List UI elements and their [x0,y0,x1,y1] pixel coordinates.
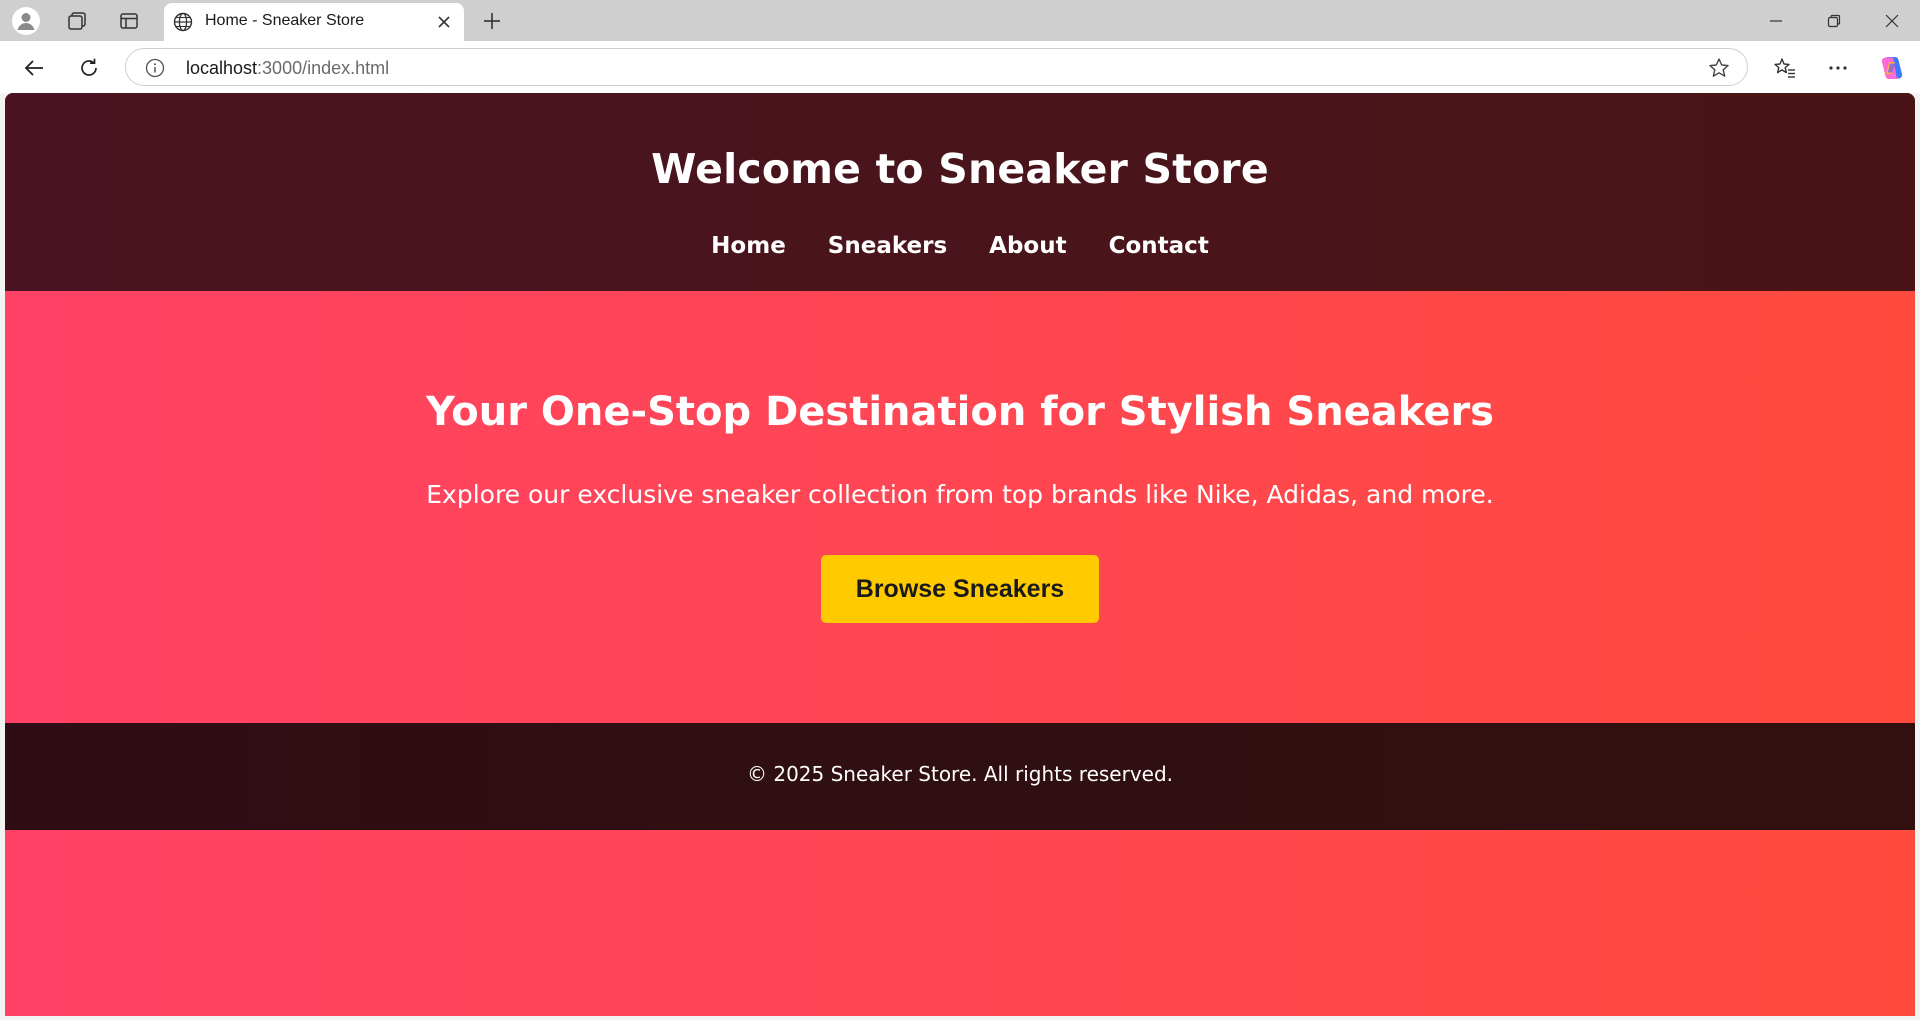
back-button[interactable] [16,50,52,86]
more-icon [1829,66,1847,70]
tab-strip: Home - Sneaker Store [0,0,1920,41]
sidebar-icon [120,13,138,29]
collections-icon [68,12,86,30]
active-tab[interactable]: Home - Sneaker Store [164,3,464,41]
new-tab-button[interactable] [476,5,508,37]
more-button[interactable] [1820,50,1856,86]
nav-link-contact[interactable]: Contact [1109,233,1209,259]
collections-button[interactable] [61,5,93,37]
restore-icon [1827,14,1841,27]
restore-button[interactable] [1806,0,1862,41]
site-title: Welcome to Sneaker Store [651,145,1269,193]
url-path: :3000/index.html [257,58,390,78]
favorites-icon [1774,58,1795,78]
nav-link-sneakers[interactable]: Sneakers [828,233,947,259]
globe-icon [172,11,194,33]
close-tab-button[interactable] [432,10,456,34]
reload-button[interactable] [71,50,107,86]
footer-copyright: © 2025 Sneaker Store. All rights reserve… [746,762,1174,786]
favorites-button[interactable] [1767,50,1803,86]
add-favorite-button[interactable] [1707,56,1731,80]
close-window-button[interactable] [1864,0,1920,41]
minimize-button[interactable] [1748,0,1804,41]
tab-title: Home - Sneaker Store [205,12,365,29]
back-arrow-icon [24,60,43,76]
plus-icon [484,13,500,29]
info-icon[interactable] [144,57,166,79]
copilot-icon [1881,57,1903,79]
url-text: localhost:3000/index.html [186,58,389,79]
main-nav: Home Sneakers About Contact [5,233,1915,259]
address-bar[interactable]: localhost:3000/index.html [125,48,1748,86]
hero-heading: Your One-Stop Destination for Stylish Sn… [425,389,1494,435]
site-footer: © 2025 Sneaker Store. All rights reserve… [5,723,1915,830]
nav-link-home[interactable]: Home [711,233,786,259]
browse-sneakers-button[interactable]: Browse Sneakers [821,555,1099,623]
sidebar-toggle-button[interactable] [113,5,145,37]
copilot-button[interactable] [1874,50,1910,86]
site-header: Welcome to Sneaker Store Home Sneakers A… [5,93,1915,291]
page-viewport: Welcome to Sneaker Store Home Sneakers A… [5,93,1915,1016]
close-icon [438,16,450,28]
url-host: localhost [186,58,258,78]
nav-link-about[interactable]: About [989,233,1066,259]
profile-icon [12,7,40,35]
profile-button[interactable] [10,5,42,37]
browser-toolbar: localhost:3000/index.html [0,41,1920,93]
close-window-icon [1885,14,1899,27]
minimize-icon [1770,19,1782,22]
reload-icon [81,58,97,76]
hero-subheading: Explore our exclusive sneaker collection… [426,480,1494,509]
star-icon [1709,58,1729,77]
